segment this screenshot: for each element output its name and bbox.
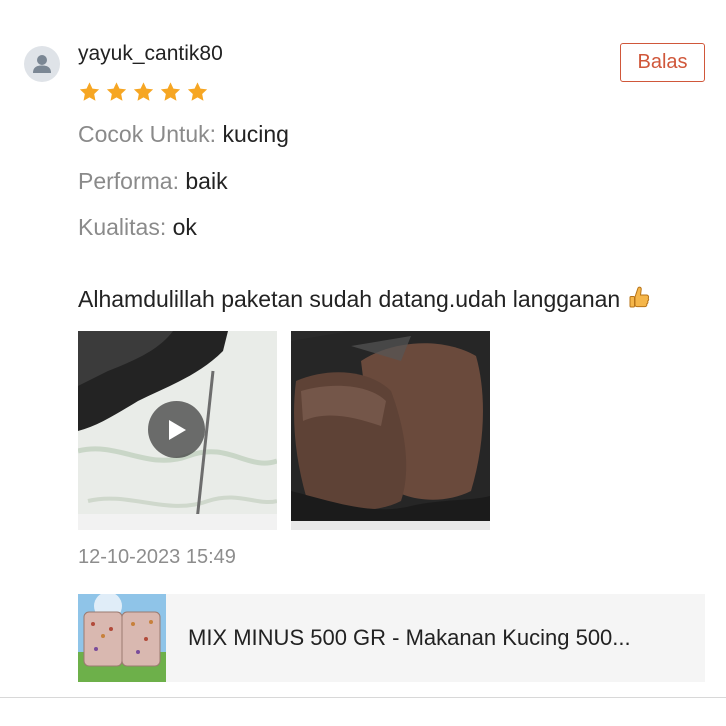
- attribute-value: kucing: [222, 121, 289, 147]
- star-icon: [106, 82, 127, 101]
- reply-button[interactable]: Balas: [620, 43, 705, 82]
- star-icon: [187, 82, 208, 101]
- divider: [0, 697, 726, 698]
- attribute-key: Kualitas:: [78, 214, 167, 240]
- review-comment-text: Alhamdulillah paketan sudah datang.udah …: [78, 285, 621, 312]
- play-button[interactable]: [148, 401, 205, 458]
- attribute-value: ok: [172, 214, 197, 240]
- reviewer-username[interactable]: yayuk_cantik80: [78, 42, 223, 66]
- attribute-suitable-for: Cocok Untuk: kucing: [78, 121, 289, 148]
- attribute-quality: Kualitas: ok: [78, 214, 197, 241]
- star-icon: [160, 82, 181, 101]
- attribute-key: Cocok Untuk:: [78, 121, 217, 147]
- review-photo-thumbnail[interactable]: [291, 331, 490, 530]
- star-icon: [133, 82, 154, 101]
- review-video-thumbnail[interactable]: [78, 331, 277, 530]
- user-icon: [33, 55, 51, 73]
- product-card[interactable]: MIX MINUS 500 GR - Makanan Kucing 500...: [78, 594, 705, 682]
- photo-thumbnail-image: [291, 331, 490, 530]
- attribute-performance: Performa: baik: [78, 168, 228, 195]
- star-rating: [78, 81, 209, 103]
- attribute-value: baik: [185, 168, 228, 194]
- product-name[interactable]: MIX MINUS 500 GR - Makanan Kucing 500...: [188, 625, 631, 651]
- attribute-key: Performa:: [78, 168, 179, 194]
- product-thumbnail: [78, 594, 166, 682]
- thumbs-up-icon: [629, 286, 650, 308]
- avatar[interactable]: [24, 46, 60, 82]
- review-comment: Alhamdulillah paketan sudah datang.udah …: [78, 285, 650, 313]
- product-image: [78, 594, 166, 682]
- review-timestamp: 12-10-2023 15:49: [78, 546, 236, 568]
- play-icon: [168, 419, 186, 440]
- star-icon: [79, 82, 100, 101]
